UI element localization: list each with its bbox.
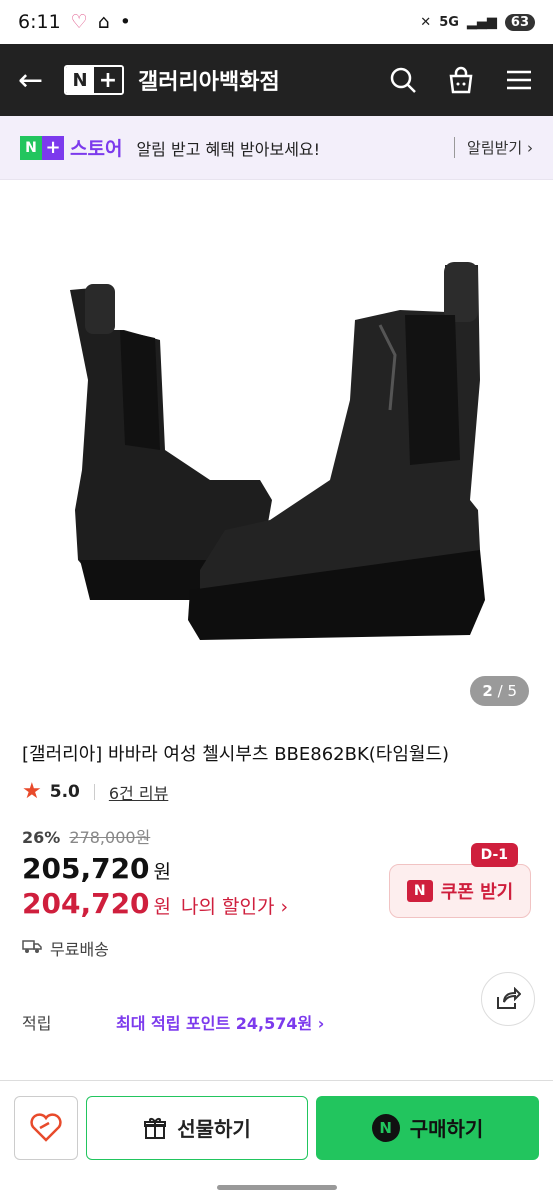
bottom-action-bar: 선물하기 N 구매하기 — [0, 1080, 553, 1174]
rating-row: ★ 5.0 6건 리뷰 — [0, 767, 553, 804]
notification-banner: N + 스토어 알림 받고 혜택 받아보세요! 알림받기 › — [0, 116, 553, 180]
subscribe-notification-button[interactable]: 알림받기 › — [454, 137, 533, 158]
banner-text: 알림 받고 혜택 받아보세요! — [136, 139, 321, 159]
cart-icon[interactable] — [445, 64, 477, 96]
buy-label: 구매하기 — [409, 1117, 484, 1141]
sale-price-unit: 원 — [153, 861, 172, 884]
status-time: 6:11 — [18, 11, 61, 33]
heart-icon: ♡ — [70, 11, 88, 33]
gift-button[interactable]: 선물하기 — [86, 1095, 308, 1160]
banner-logo-plus: + — [42, 135, 64, 160]
max-points-link[interactable]: 최대 적립 포인트 24,574원 › — [116, 1010, 324, 1034]
original-price-row: 26% 278,000원 — [22, 824, 531, 848]
my-price-unit: 원 — [153, 896, 172, 919]
my-price-value: 204,720 — [22, 887, 150, 921]
chelsea-boots-image — [70, 262, 485, 640]
review-link[interactable]: 6건 리뷰 — [109, 780, 168, 804]
dot-icon: • — [119, 11, 131, 33]
star-icon: ★ — [22, 779, 42, 805]
status-bar: 6:11 ♡ ⌂ • ✕ 5G ▂▄▆ 63 — [0, 0, 553, 44]
buy-button[interactable]: N 구매하기 — [316, 1095, 539, 1160]
naver-plus-logo[interactable]: N + — [64, 65, 124, 95]
points-label: 적립 — [22, 1014, 52, 1034]
banner-store-label: 스토어 — [70, 138, 123, 160]
battery-badge: 63 — [504, 13, 535, 31]
search-icon[interactable] — [387, 64, 419, 96]
menu-icon[interactable] — [503, 64, 535, 96]
my-discount-label: 나의 할인가 › — [181, 896, 289, 919]
naver-plus-store-logo: N + — [20, 135, 64, 160]
price-section: 26% 278,000원 205,720 원 204,720 원 나의 할인가 › … — [0, 804, 553, 974]
image-counter: 2 / 5 — [470, 676, 529, 706]
truck-icon — [22, 938, 42, 958]
coupon-label: 쿠폰 받기 — [440, 882, 514, 904]
top-navigation: ← N + 갤러리아백화점 — [0, 44, 553, 116]
logo-n: N — [66, 67, 94, 93]
share-icon[interactable] — [481, 972, 535, 1027]
points-row: 적립 최대 적립 포인트 24,574원 › — [0, 972, 553, 1052]
discount-rate: 26% — [22, 828, 61, 848]
shipping-label: 무료배송 — [50, 940, 109, 960]
signal-icon: ▂▄▆ — [466, 14, 497, 30]
heart-outline-icon — [30, 1112, 62, 1142]
wishlist-heart-button[interactable] — [14, 1095, 78, 1160]
naver-pay-icon: N — [371, 1113, 400, 1142]
logo-plus: + — [94, 67, 122, 93]
product-image[interactable]: 2 / 5 — [0, 180, 553, 724]
network-label: 5G — [439, 14, 459, 30]
gift-label: 선물하기 — [177, 1117, 251, 1141]
banner-logo-n: N — [20, 135, 42, 160]
rating-value: 5.0 — [49, 781, 80, 802]
coupon-button[interactable]: D-1 N 쿠폰 받기 — [389, 843, 531, 919]
coupon-n-icon: N — [406, 880, 433, 903]
home-icon: ⌂ — [97, 11, 110, 33]
image-counter-current: 2 — [482, 682, 493, 700]
home-gesture-handle[interactable] — [216, 1184, 337, 1190]
store-title[interactable]: 갤러리아백화점 — [138, 64, 387, 96]
image-counter-total: / 5 — [497, 682, 517, 700]
product-name: [갤러리아] 바바라 여성 첼시부츠 BBE862BK(타임월드) — [22, 744, 450, 765]
back-arrow-icon[interactable]: ← — [18, 63, 64, 98]
shipping-info: 무료배송 — [22, 936, 531, 960]
gift-icon — [144, 1117, 167, 1139]
coupon-deadline-badge: D-1 — [470, 843, 518, 868]
rating-divider — [93, 783, 95, 800]
sale-price-value: 205,720 — [22, 852, 150, 886]
original-price: 278,000원 — [69, 828, 151, 848]
mute-icon: ✕ — [420, 14, 432, 30]
system-navigation-bar — [0, 1174, 553, 1200]
